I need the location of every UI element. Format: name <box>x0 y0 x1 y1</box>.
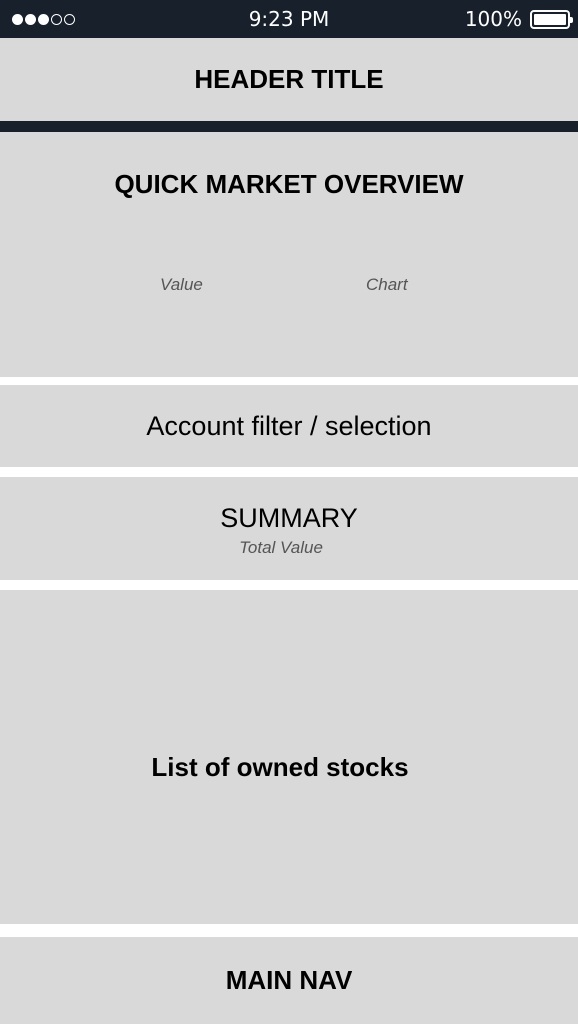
main-nav-label: MAIN NAV <box>225 965 353 995</box>
header-title: HEADER TITLE <box>194 64 384 94</box>
market-overview-panel[interactable]: QUICK MARKET OVERVIEW Value Chart <box>0 132 578 377</box>
main-nav[interactable]: MAIN NAV <box>0 937 578 1024</box>
market-value-placeholder: Value <box>160 275 203 294</box>
account-filter[interactable]: Account filter / selection <box>0 385 578 467</box>
status-bar: 9:23 PM 100% <box>0 0 578 38</box>
battery-fill <box>534 13 566 25</box>
market-overview-title: QUICK MARKET OVERVIEW <box>114 169 464 199</box>
battery-status: 100% <box>464 7 573 31</box>
summary-panel: SUMMARY Total Value <box>0 477 578 580</box>
owned-stocks-list[interactable]: List of owned stocks <box>0 590 578 924</box>
market-chart-placeholder[interactable]: Chart <box>366 275 408 295</box>
owned-stocks-label: List of owned stocks <box>151 751 409 782</box>
header-divider <box>0 121 578 132</box>
battery-icon <box>530 9 573 29</box>
header: HEADER TITLE <box>0 38 578 121</box>
summary-total-value: Total Value <box>239 538 323 557</box>
market-overview-content: Value Chart <box>0 275 578 299</box>
battery-percent: 100% <box>464 7 522 31</box>
summary-title: SUMMARY <box>220 503 358 533</box>
account-filter-label: Account filter / selection <box>146 410 432 441</box>
signal-strength-icon <box>12 13 92 25</box>
